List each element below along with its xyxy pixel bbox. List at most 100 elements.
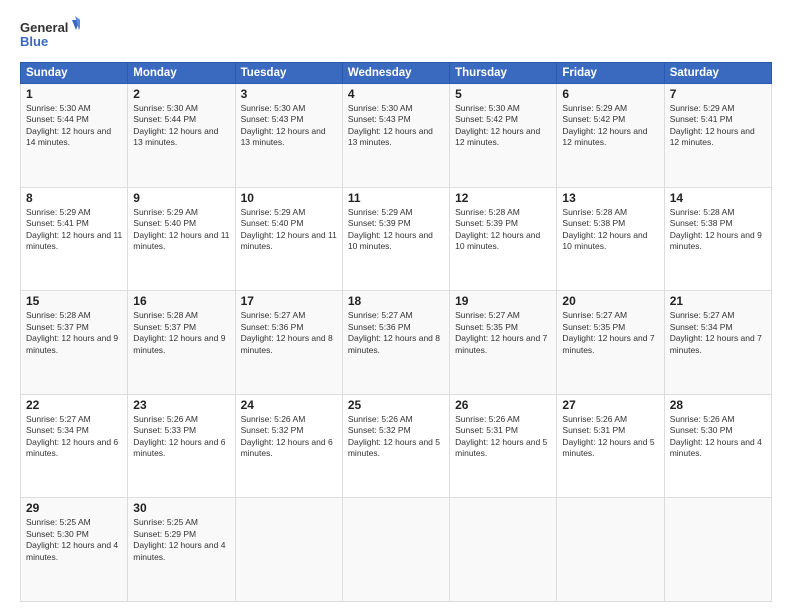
day-number: 28: [670, 398, 766, 412]
cell-text: Sunrise: 5:27 AMSunset: 5:35 PMDaylight:…: [562, 310, 654, 354]
day-cell-16: 16 Sunrise: 5:28 AMSunset: 5:37 PMDayligh…: [128, 291, 235, 395]
day-cell-1: 1 Sunrise: 5:30 AMSunset: 5:44 PMDaylight…: [21, 84, 128, 188]
day-cell-9: 9 Sunrise: 5:29 AMSunset: 5:40 PMDaylight…: [128, 187, 235, 291]
empty-cell: [450, 498, 557, 602]
day-number: 23: [133, 398, 229, 412]
cell-text: Sunrise: 5:27 AMSunset: 5:34 PMDaylight:…: [670, 310, 762, 354]
day-cell-10: 10Sunrise: 5:29 AMSunset: 5:40 PMDayligh…: [235, 187, 342, 291]
day-cell-15: 15 Sunrise: 5:28 AMSunset: 5:37 PMDayligh…: [21, 291, 128, 395]
cell-text: Sunrise: 5:29 AMSunset: 5:40 PMDaylight:…: [133, 207, 229, 251]
day-cell-28: 28 Sunrise: 5:26 AMSunset: 5:30 PMDayligh…: [664, 394, 771, 498]
logo: General Blue: [20, 16, 80, 52]
week-row-2: 15 Sunrise: 5:28 AMSunset: 5:37 PMDayligh…: [21, 291, 772, 395]
day-number: 30: [133, 501, 229, 515]
weekday-header-monday: Monday: [128, 63, 235, 84]
day-number: 18: [348, 294, 444, 308]
cell-text: Sunrise: 5:26 AMSunset: 5:32 PMDaylight:…: [241, 414, 333, 458]
day-cell-21: 21Sunrise: 5:27 AMSunset: 5:34 PMDayligh…: [664, 291, 771, 395]
week-row-4: 29 Sunrise: 5:25 AMSunset: 5:30 PMDayligh…: [21, 498, 772, 602]
day-number: 15: [26, 294, 122, 308]
cell-text: Sunrise: 5:27 AMSunset: 5:36 PMDaylight:…: [241, 310, 333, 354]
day-number: 19: [455, 294, 551, 308]
day-cell-24: 24 Sunrise: 5:26 AMSunset: 5:32 PMDayligh…: [235, 394, 342, 498]
logo-svg: General Blue: [20, 16, 80, 52]
day-cell-7: 7Sunrise: 5:29 AMSunset: 5:41 PMDaylight…: [664, 84, 771, 188]
day-number: 5: [455, 87, 551, 101]
day-number: 16: [133, 294, 229, 308]
day-cell-6: 6 Sunrise: 5:29 AMSunset: 5:42 PMDaylight…: [557, 84, 664, 188]
cell-text: Sunrise: 5:28 AMSunset: 5:37 PMDaylight:…: [133, 310, 225, 354]
weekday-header-friday: Friday: [557, 63, 664, 84]
day-number: 25: [348, 398, 444, 412]
cell-text: Sunrise: 5:30 AMSunset: 5:44 PMDaylight:…: [133, 103, 218, 147]
weekday-header-tuesday: Tuesday: [235, 63, 342, 84]
day-number: 11: [348, 191, 444, 205]
empty-cell: [342, 498, 449, 602]
day-number: 10: [241, 191, 337, 205]
cell-text: Sunrise: 5:28 AMSunset: 5:39 PMDaylight:…: [455, 207, 540, 251]
day-number: 27: [562, 398, 658, 412]
day-cell-2: 2 Sunrise: 5:30 AMSunset: 5:44 PMDaylight…: [128, 84, 235, 188]
day-cell-13: 13 Sunrise: 5:28 AMSunset: 5:38 PMDayligh…: [557, 187, 664, 291]
day-cell-5: 5 Sunrise: 5:30 AMSunset: 5:42 PMDaylight…: [450, 84, 557, 188]
day-number: 6: [562, 87, 658, 101]
day-number: 24: [241, 398, 337, 412]
week-row-1: 8 Sunrise: 5:29 AMSunset: 5:41 PMDaylight…: [21, 187, 772, 291]
day-cell-30: 30Sunrise: 5:25 AMSunset: 5:29 PMDayligh…: [128, 498, 235, 602]
svg-text:General: General: [20, 20, 68, 35]
day-number: 12: [455, 191, 551, 205]
day-number: 29: [26, 501, 122, 515]
cell-text: Sunrise: 5:27 AMSunset: 5:35 PMDaylight:…: [455, 310, 547, 354]
weekday-header-wednesday: Wednesday: [342, 63, 449, 84]
day-number: 7: [670, 87, 766, 101]
cell-text: Sunrise: 5:29 AMSunset: 5:41 PMDaylight:…: [26, 207, 122, 251]
weekday-row: SundayMondayTuesdayWednesdayThursdayFrid…: [21, 63, 772, 84]
cell-text: Sunrise: 5:26 AMSunset: 5:32 PMDaylight:…: [348, 414, 440, 458]
empty-cell: [664, 498, 771, 602]
calendar-table: SundayMondayTuesdayWednesdayThursdayFrid…: [20, 62, 772, 602]
cell-text: Sunrise: 5:30 AMSunset: 5:43 PMDaylight:…: [241, 103, 326, 147]
day-cell-11: 11Sunrise: 5:29 AMSunset: 5:39 PMDayligh…: [342, 187, 449, 291]
weekday-header-sunday: Sunday: [21, 63, 128, 84]
cell-text: Sunrise: 5:25 AMSunset: 5:30 PMDaylight:…: [26, 517, 118, 561]
day-cell-22: 22 Sunrise: 5:27 AMSunset: 5:34 PMDayligh…: [21, 394, 128, 498]
week-row-3: 22 Sunrise: 5:27 AMSunset: 5:34 PMDayligh…: [21, 394, 772, 498]
cell-text: Sunrise: 5:30 AMSunset: 5:44 PMDaylight:…: [26, 103, 111, 147]
day-cell-3: 3 Sunrise: 5:30 AMSunset: 5:43 PMDaylight…: [235, 84, 342, 188]
calendar-body: 1 Sunrise: 5:30 AMSunset: 5:44 PMDaylight…: [21, 84, 772, 602]
cell-text: Sunrise: 5:28 AMSunset: 5:37 PMDaylight:…: [26, 310, 118, 354]
cell-text: Sunrise: 5:28 AMSunset: 5:38 PMDaylight:…: [562, 207, 647, 251]
cell-text: Sunrise: 5:30 AMSunset: 5:42 PMDaylight:…: [455, 103, 540, 147]
day-number: 9: [133, 191, 229, 205]
day-cell-23: 23Sunrise: 5:26 AMSunset: 5:33 PMDayligh…: [128, 394, 235, 498]
day-number: 26: [455, 398, 551, 412]
day-cell-26: 26Sunrise: 5:26 AMSunset: 5:31 PMDayligh…: [450, 394, 557, 498]
empty-cell: [235, 498, 342, 602]
svg-text:Blue: Blue: [20, 34, 48, 49]
cell-text: Sunrise: 5:26 AMSunset: 5:31 PMDaylight:…: [562, 414, 654, 458]
day-cell-8: 8 Sunrise: 5:29 AMSunset: 5:41 PMDaylight…: [21, 187, 128, 291]
cell-text: Sunrise: 5:27 AMSunset: 5:34 PMDaylight:…: [26, 414, 118, 458]
day-cell-4: 4 Sunrise: 5:30 AMSunset: 5:43 PMDaylight…: [342, 84, 449, 188]
cell-text: Sunrise: 5:29 AMSunset: 5:42 PMDaylight:…: [562, 103, 647, 147]
day-cell-14: 14Sunrise: 5:28 AMSunset: 5:38 PMDayligh…: [664, 187, 771, 291]
day-cell-18: 18Sunrise: 5:27 AMSunset: 5:36 PMDayligh…: [342, 291, 449, 395]
cell-text: Sunrise: 5:26 AMSunset: 5:30 PMDaylight:…: [670, 414, 762, 458]
day-cell-27: 27 Sunrise: 5:26 AMSunset: 5:31 PMDayligh…: [557, 394, 664, 498]
day-number: 13: [562, 191, 658, 205]
day-cell-12: 12 Sunrise: 5:28 AMSunset: 5:39 PMDayligh…: [450, 187, 557, 291]
week-row-0: 1 Sunrise: 5:30 AMSunset: 5:44 PMDaylight…: [21, 84, 772, 188]
empty-cell: [557, 498, 664, 602]
day-number: 3: [241, 87, 337, 101]
cell-text: Sunrise: 5:28 AMSunset: 5:38 PMDaylight:…: [670, 207, 762, 251]
day-number: 2: [133, 87, 229, 101]
calendar-header: SundayMondayTuesdayWednesdayThursdayFrid…: [21, 63, 772, 84]
day-number: 8: [26, 191, 122, 205]
cell-text: Sunrise: 5:30 AMSunset: 5:43 PMDaylight:…: [348, 103, 433, 147]
day-number: 20: [562, 294, 658, 308]
day-number: 22: [26, 398, 122, 412]
day-number: 17: [241, 294, 337, 308]
day-number: 1: [26, 87, 122, 101]
day-number: 4: [348, 87, 444, 101]
day-cell-20: 20 Sunrise: 5:27 AMSunset: 5:35 PMDayligh…: [557, 291, 664, 395]
